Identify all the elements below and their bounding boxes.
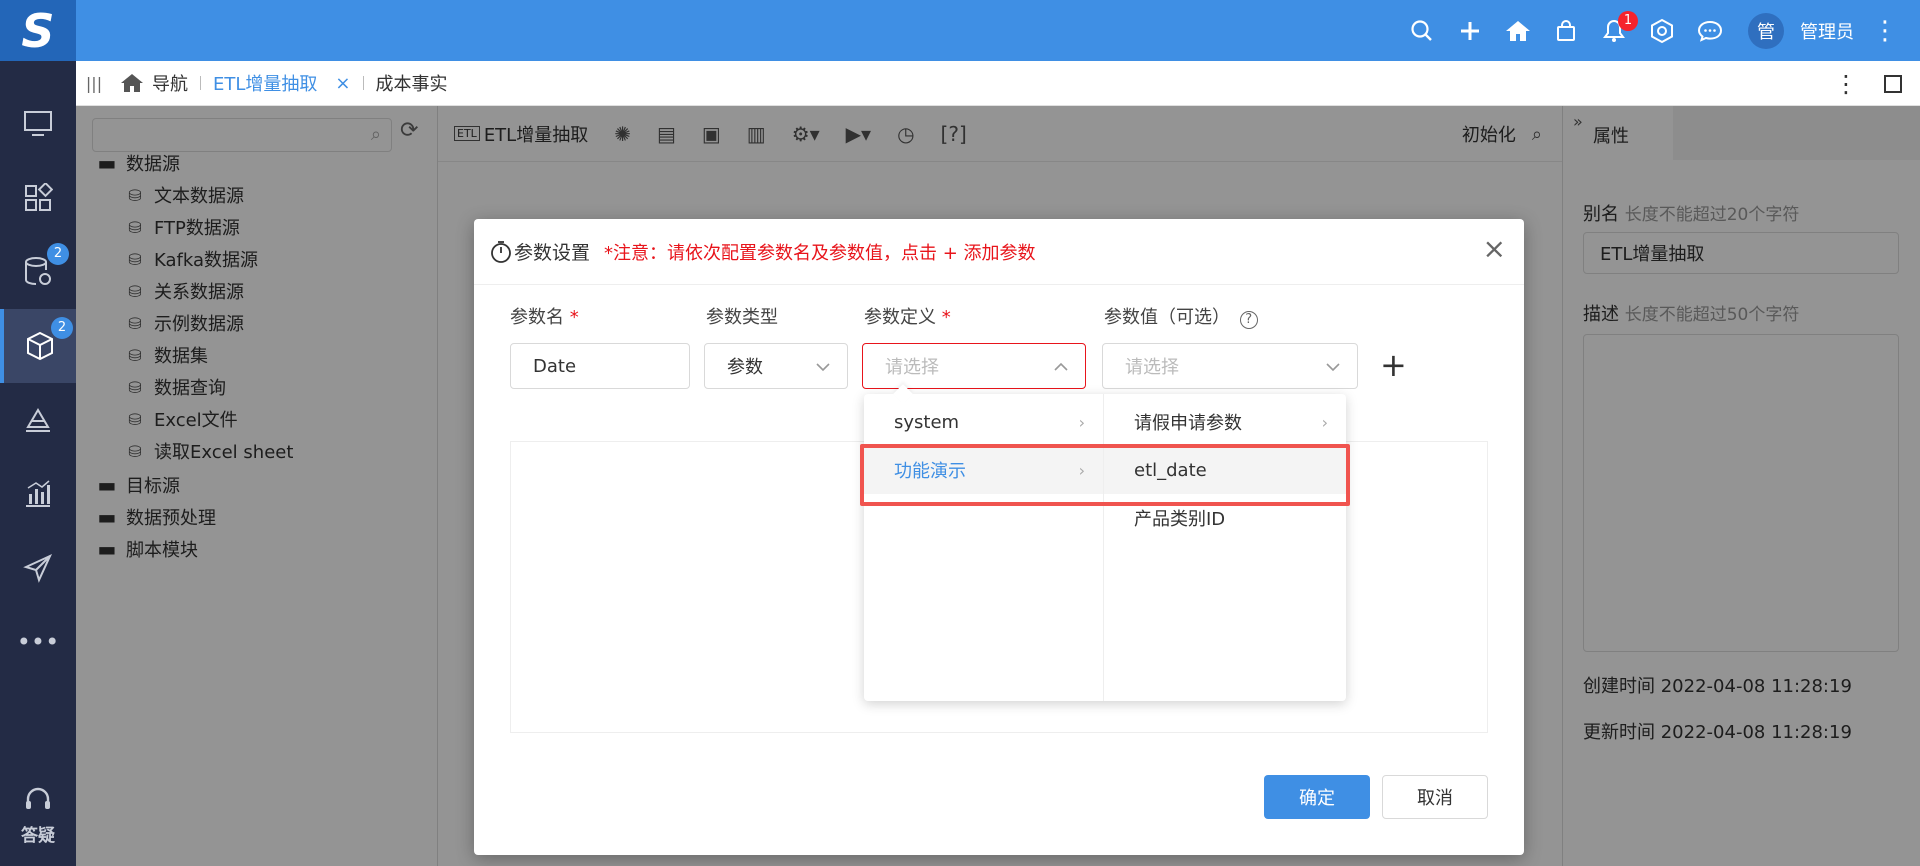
dialog-title: 参数设置 <box>514 242 591 264</box>
param-value-placeholder: 请选择 <box>1125 357 1179 378</box>
cascader-option-label: 请假申请参数 <box>1134 413 1242 434</box>
tab-close-icon[interactable]: × <box>335 73 350 94</box>
username[interactable]: 管理员 <box>1800 18 1854 44</box>
help-entry[interactable]: 答疑 <box>0 786 76 846</box>
nav-etl-cube-icon[interactable]: 2 <box>0 309 76 383</box>
cascader-option-label: 产品类别ID <box>1134 509 1226 530</box>
maximize-icon[interactable] <box>1884 74 1902 93</box>
top-bar: S 1 管 管理员 ⋮ <box>0 0 1920 61</box>
nav-etl-badge: 2 <box>51 317 73 339</box>
tab-cost-fact[interactable]: 成本事实 <box>368 70 456 96</box>
param-definition-placeholder: 请选择 <box>885 357 939 378</box>
nav-database-icon[interactable]: 2 <box>0 235 76 309</box>
cascader-column-params: 请假申请参数 › etl_date 产品类别ID <box>1104 394 1346 701</box>
nav-send-icon[interactable] <box>0 531 76 605</box>
bell-icon[interactable]: 1 <box>1590 0 1638 61</box>
cascader-option-label: system <box>894 411 960 433</box>
top-actions: 1 管 管理员 ⋮ <box>1398 0 1920 61</box>
app-logo[interactable]: S <box>0 0 76 61</box>
param-name-label: 参数名 * <box>510 307 579 328</box>
param-definition-dropdown: system › 功能演示 › 请假申请参数 › etl_date 产品类别ID <box>864 394 1346 701</box>
left-nav: 2 2 ••• 答疑 <box>0 61 76 866</box>
close-icon[interactable]: × <box>1483 235 1506 263</box>
tabs-actions: ⋮ <box>1834 61 1920 106</box>
param-definition-label: 参数定义 * <box>864 307 951 328</box>
chat-icon[interactable] <box>1686 0 1734 61</box>
dialog-header: 参数设置 *注意：请依次配置参数名及参数值，点击 + 添加参数 × <box>474 219 1524 285</box>
tab-cost-fact-label: 成本事实 <box>375 74 448 95</box>
cascader-column-groups: system › 功能演示 › <box>864 394 1104 701</box>
param-value-select[interactable]: 请选择 <box>1102 343 1358 389</box>
settings-icon[interactable] <box>1638 0 1686 61</box>
tabs-bar: ||| 导航 ETL增量抽取 × 成本事实 ⋮ <box>76 61 1920 106</box>
more-vertical-icon[interactable]: ⋮ <box>1834 70 1858 98</box>
dialog-note: *注意：请依次配置参数名及参数值，点击 + 添加参数 <box>604 242 1036 264</box>
tab-etl-incremental[interactable]: ETL增量抽取 × <box>205 70 359 96</box>
nav-chart-icon[interactable] <box>0 457 76 531</box>
shopping-bag-icon[interactable] <box>1542 0 1590 61</box>
confirm-button[interactable]: 确定 <box>1264 775 1370 819</box>
avatar[interactable]: 管 <box>1748 12 1784 49</box>
notification-badge: 1 <box>1618 11 1638 31</box>
tab-divider <box>200 76 201 90</box>
nav-datasource-badge: 2 <box>47 243 69 265</box>
nav-monitor-icon[interactable] <box>0 87 76 161</box>
headset-icon <box>26 787 50 809</box>
nav-layers-icon[interactable] <box>0 383 76 457</box>
add-parameter-button[interactable]: + <box>1380 347 1407 383</box>
cascader-option[interactable]: 请假申请参数 › <box>1104 398 1346 446</box>
chevron-right-icon: › <box>1321 412 1328 432</box>
nav-apps-icon[interactable] <box>0 161 76 235</box>
tab-navigation[interactable]: 导航 <box>112 70 196 96</box>
cancel-button[interactable]: 取消 <box>1382 775 1488 819</box>
tab-divider <box>362 76 364 90</box>
menu-toggle-icon[interactable]: ||| <box>76 74 112 93</box>
param-type-label: 参数类型 <box>706 307 778 328</box>
param-definition-cascader[interactable]: 请选择 <box>862 343 1086 389</box>
chevron-up-icon <box>1054 362 1068 371</box>
chevron-down-icon <box>816 363 830 372</box>
cascader-option[interactable]: system › <box>864 398 1103 446</box>
nav-more-icon[interactable]: ••• <box>0 605 76 679</box>
tab-navigation-label: 导航 <box>152 74 188 95</box>
param-value-label: 参数值（可选） ? <box>1104 303 1258 329</box>
home-icon <box>121 74 143 92</box>
help-label: 答疑 <box>21 826 55 846</box>
question-icon[interactable]: ? <box>1239 311 1258 329</box>
tab-etl-label: ETL增量抽取 <box>213 74 318 95</box>
param-name-input[interactable]: Date <box>510 343 690 389</box>
stopwatch-icon <box>491 240 511 263</box>
chevron-right-icon: › <box>1078 412 1085 432</box>
param-type-select[interactable]: 参数 <box>704 343 848 389</box>
chevron-down-icon <box>1326 363 1340 372</box>
annotation-highlight <box>860 444 1350 506</box>
more-vertical-icon[interactable]: ⋮ <box>1872 16 1898 46</box>
add-icon[interactable] <box>1446 0 1494 61</box>
home-icon[interactable] <box>1494 0 1542 61</box>
param-type-value: 参数 <box>727 357 763 378</box>
search-icon[interactable] <box>1398 0 1446 61</box>
